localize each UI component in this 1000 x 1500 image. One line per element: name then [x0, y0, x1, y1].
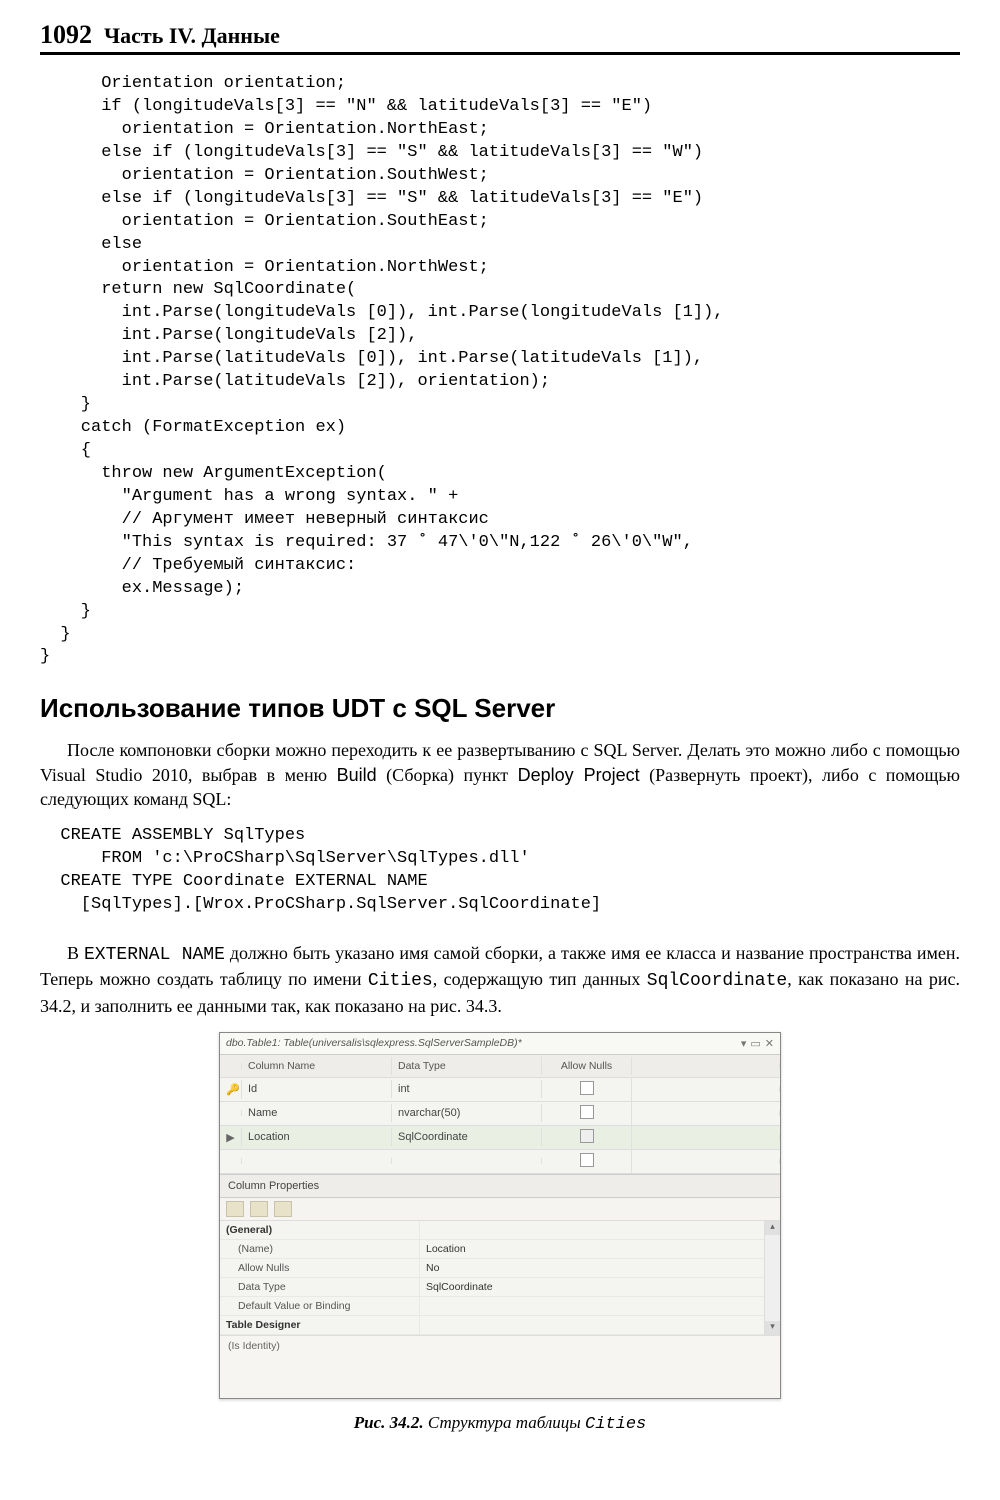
allow-nulls-checkbox[interactable] [580, 1129, 594, 1143]
col-nulls-header: Allow Nulls [542, 1057, 632, 1075]
current-row-icon: ▶ [220, 1128, 242, 1147]
alphabetical-icon[interactable] [250, 1201, 268, 1217]
col-type[interactable] [392, 1158, 542, 1164]
categorized-icon[interactable] [226, 1201, 244, 1217]
code-block-2: CREATE ASSEMBLY SqlTypes FROM 'c:\ProCSh… [40, 825, 960, 917]
key-icon: 🔑 [220, 1080, 242, 1099]
window-titlebar: dbo.Table1: Table(universalis\sqlexpress… [220, 1033, 780, 1055]
allow-nulls-checkbox[interactable] [580, 1153, 594, 1167]
allow-nulls-checkbox[interactable] [580, 1105, 594, 1119]
maximize-icon[interactable]: ▭ [750, 1037, 760, 1050]
dropdown-icon[interactable]: ▾ [741, 1037, 747, 1050]
allow-nulls-checkbox[interactable] [580, 1081, 594, 1095]
column-properties-title: Column Properties [220, 1174, 780, 1198]
prop-category[interactable]: Table Designer [220, 1316, 420, 1335]
scrollbar[interactable]: ▴ ▾ [764, 1221, 780, 1335]
table-row[interactable]: Name nvarchar(50) [220, 1102, 780, 1126]
prop-value[interactable]: No [420, 1259, 764, 1278]
caption-code: Cities [585, 1415, 646, 1434]
inline-code: SqlCoordinate [647, 971, 787, 991]
col-type-header: Data Type [392, 1057, 542, 1075]
prop-label: Data Type [220, 1278, 420, 1297]
paragraph-2: В EXTERNAL NAME должно быть указано имя … [40, 941, 960, 1018]
window-title: dbo.Table1: Table(universalis\sqlexpress… [226, 1037, 741, 1049]
text: , содержащую тип данных [433, 969, 647, 989]
properties-toolbar [220, 1198, 780, 1221]
menu-deploy-project: Deploy Project [518, 765, 640, 785]
prop-label: Default Value or Binding [220, 1297, 420, 1316]
table-row[interactable] [220, 1150, 780, 1174]
col-name[interactable] [242, 1158, 392, 1164]
col-type[interactable]: SqlCoordinate [392, 1128, 542, 1146]
prop-label: (Name) [220, 1240, 420, 1259]
property-description: (Is Identity) [220, 1335, 780, 1398]
code-block-1: Orientation orientation; if (longitudeVa… [40, 73, 960, 669]
caption-text: Структура таблицы [428, 1413, 585, 1432]
properties-grid: (General) ▴ ▾ (Name)Location Allow Nulls… [220, 1221, 780, 1335]
col-name[interactable]: Name [242, 1104, 392, 1122]
prop-category[interactable]: (General) [220, 1221, 420, 1240]
page-header: 1092 Часть IV. Данные [40, 20, 960, 55]
prop-value[interactable] [420, 1297, 764, 1316]
page-number: 1092 [40, 20, 92, 50]
figure-table-designer: dbo.Table1: Table(universalis\sqlexpress… [219, 1032, 781, 1399]
table-row[interactable]: ▶ Location SqlCoordinate [220, 1126, 780, 1150]
section-heading: Использование типов UDT с SQL Server [40, 693, 960, 724]
prop-value[interactable]: Location [420, 1240, 764, 1259]
part-title: Часть IV. Данные [104, 23, 280, 49]
menu-build: Build [337, 765, 377, 785]
inline-code: EXTERNAL NAME [84, 945, 225, 965]
text: (Сборка) пункт [377, 765, 518, 785]
paragraph-1: После компоновки сборки можно переходить… [40, 738, 960, 811]
property-pages-icon[interactable] [274, 1201, 292, 1217]
col-type[interactable]: nvarchar(50) [392, 1104, 542, 1122]
close-icon[interactable]: ✕ [765, 1037, 774, 1050]
row-marker [220, 1110, 242, 1116]
scroll-up-icon[interactable]: ▴ [765, 1221, 780, 1235]
prop-value[interactable]: SqlCoordinate [420, 1278, 764, 1297]
figure-caption: Рис. 34.2. Структура таблицы Cities [354, 1413, 646, 1434]
col-name-header: Column Name [242, 1057, 392, 1075]
table-row[interactable]: 🔑 Id int [220, 1078, 780, 1102]
col-type[interactable]: int [392, 1080, 542, 1098]
caption-ref: Рис. 34.2. [354, 1413, 428, 1432]
col-name[interactable]: Location [242, 1128, 392, 1146]
columns-header: Column Name Data Type Allow Nulls [220, 1055, 780, 1078]
col-name[interactable]: Id [242, 1080, 392, 1098]
inline-code: Cities [368, 971, 433, 991]
text: В [67, 943, 84, 963]
scroll-down-icon[interactable]: ▾ [765, 1321, 780, 1335]
prop-label: Allow Nulls [220, 1259, 420, 1278]
